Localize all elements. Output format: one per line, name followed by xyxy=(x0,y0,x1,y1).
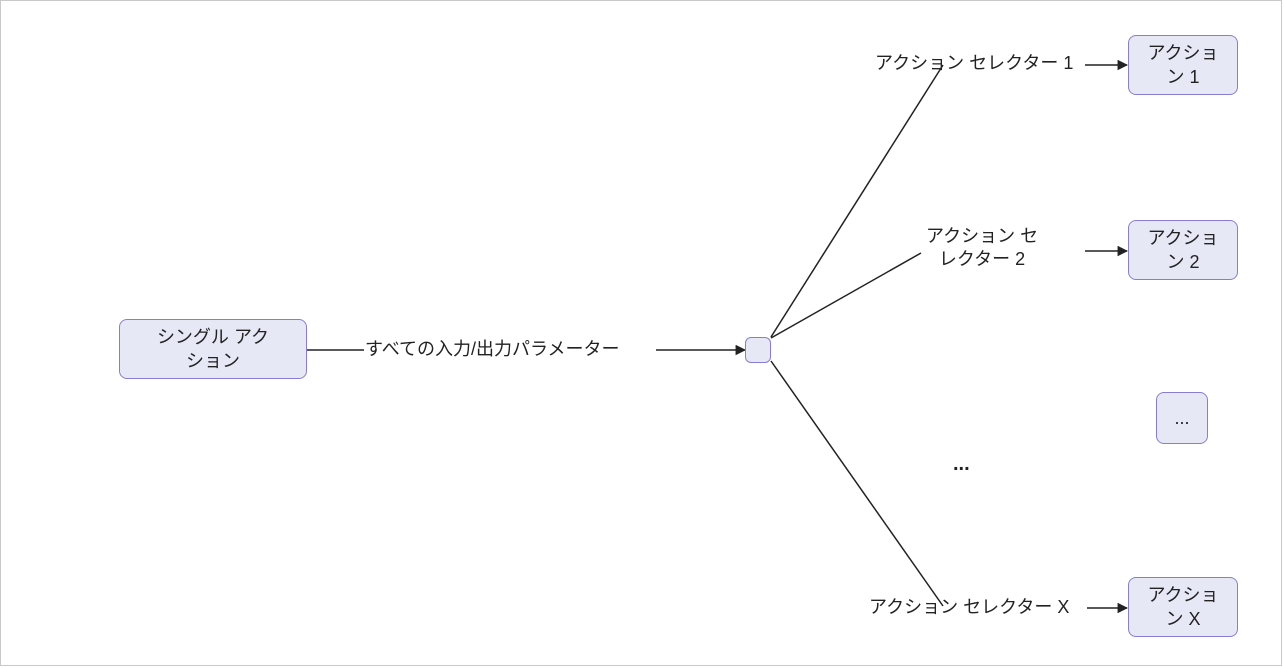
label-selector-1: アクション セレクター 1 xyxy=(875,52,1073,75)
node-single-action: シングル アク ション xyxy=(119,319,307,379)
node-action-2: アクショ ン 2 xyxy=(1128,220,1238,280)
node-action-x: アクショ ン X xyxy=(1128,577,1238,637)
node-label: アクショ ン 2 xyxy=(1147,226,1218,275)
label-selector-2: アクション セ レクター 2 xyxy=(926,225,1038,272)
branch-ellipsis: ... xyxy=(953,453,970,476)
node-label: シングル アク ション xyxy=(157,325,269,374)
label-selector-x: アクション セレクター X xyxy=(869,596,1069,619)
node-action-ellipsis: ... xyxy=(1156,392,1208,444)
node-label: アクショ ン X xyxy=(1147,583,1218,632)
label-all-params: すべての入力/出力パラメーター xyxy=(365,338,619,361)
node-label: アクショ ン 1 xyxy=(1147,41,1218,90)
node-action-1: アクショ ン 1 xyxy=(1128,35,1238,95)
diagram-canvas: シングル アク ション アクショ ン 1 アクショ ン 2 ... アクショ ン… xyxy=(0,0,1282,666)
node-label: ... xyxy=(1174,406,1189,430)
hub-node xyxy=(745,337,771,363)
